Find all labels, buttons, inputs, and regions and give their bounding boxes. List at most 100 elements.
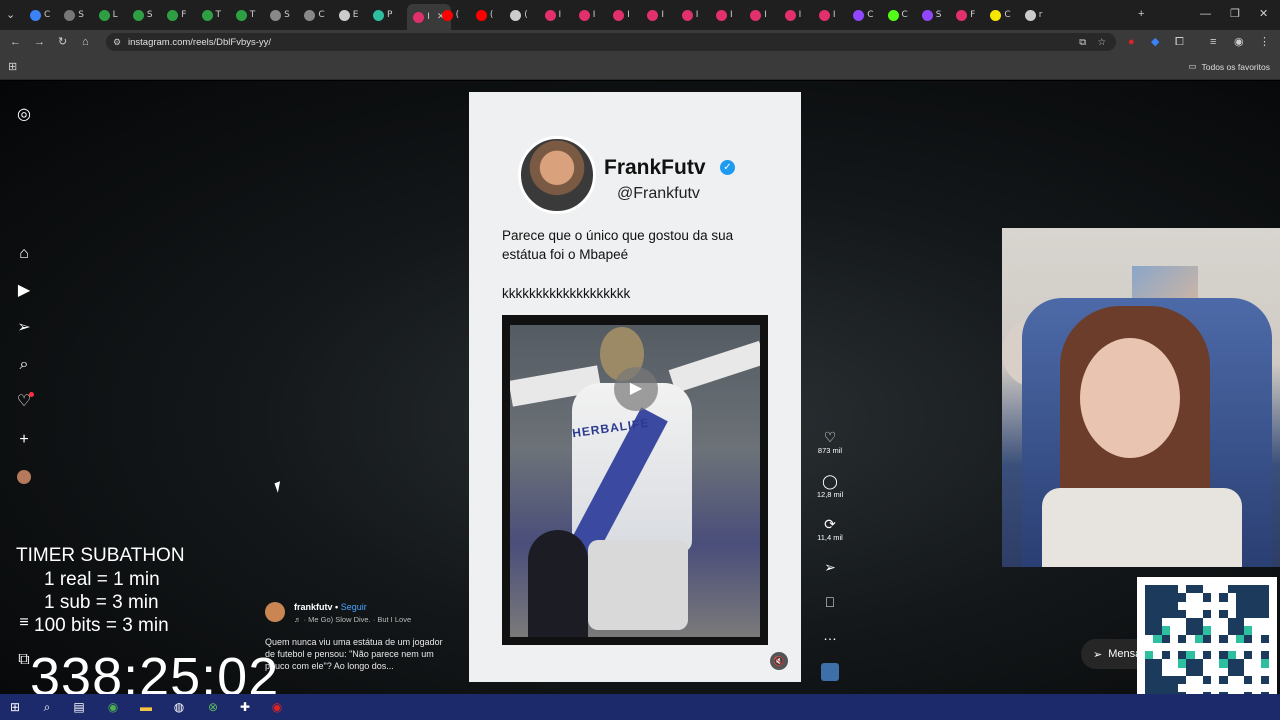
- browser-tab[interactable]: S: [132, 6, 153, 24]
- extension-icon[interactable]: ◆: [1151, 35, 1159, 49]
- qr-module: [1244, 601, 1253, 610]
- follow-button[interactable]: Seguir: [341, 602, 367, 612]
- plus-icon[interactable]: +: [14, 430, 34, 450]
- home-button-icon[interactable]: ⌂: [82, 35, 89, 49]
- heart-icon[interactable]: ♡: [14, 392, 34, 412]
- comment-button[interactable]: ◯ 12,8 mil: [810, 473, 850, 501]
- back-icon[interactable]: ←: [10, 35, 21, 49]
- new-tab-icon[interactable]: +: [1138, 7, 1144, 21]
- send-icon[interactable]: ➢: [14, 318, 34, 338]
- browser-tab[interactable]: F: [956, 6, 975, 24]
- caption-avatar[interactable]: [265, 602, 285, 622]
- all-bookmarks-label: Todos os favoritos: [1201, 61, 1270, 72]
- browser-tab[interactable]: T: [201, 6, 221, 24]
- reel-card[interactable]: FrankFutv ✓ @Frankfutv Parece que o únic…: [469, 92, 801, 682]
- mute-icon[interactable]: 🔇: [770, 652, 788, 670]
- media-icon[interactable]: ≡: [1210, 35, 1216, 49]
- reels-icon[interactable]: ▶: [14, 281, 34, 301]
- tab-label: F: [970, 10, 976, 20]
- qr-module: [1178, 675, 1187, 685]
- qr-module: [1153, 642, 1162, 652]
- browser-tab[interactable]: (: [475, 6, 493, 24]
- search-icon[interactable]: ⌕: [38, 698, 56, 716]
- like-button[interactable]: ♡ 873 mil: [810, 429, 850, 457]
- bookmark-star-icon[interactable]: ☆: [1097, 37, 1106, 48]
- browser-tab[interactable]: I: [647, 6, 664, 24]
- qr-module: [1194, 659, 1203, 668]
- home-icon[interactable]: ⌂: [14, 244, 34, 264]
- xbox-icon[interactable]: ⊗: [204, 698, 222, 716]
- tab-favicon-icon: [64, 9, 76, 21]
- qr-module: [1153, 601, 1162, 610]
- tab-search-chevron-icon[interactable]: ⌄: [6, 8, 15, 22]
- qr-module: [1235, 609, 1245, 619]
- install-app-icon[interactable]: ⧉: [1079, 37, 1086, 48]
- all-bookmarks[interactable]: ▭ Todos os favoritos: [1188, 61, 1270, 72]
- close-window-icon[interactable]: ✕: [1259, 7, 1268, 21]
- browser-tab[interactable]: I: [784, 6, 801, 24]
- save-button[interactable]: ⎕: [810, 594, 850, 610]
- caption-text[interactable]: Quem nunca viu uma estátua de um jogador…: [265, 636, 451, 672]
- avatar[interactable]: [14, 467, 34, 487]
- qr-module: [1178, 634, 1187, 643]
- browser-tab[interactable]: C: [30, 6, 50, 24]
- repost-button[interactable]: ⟳ 11,4 mil: [810, 516, 850, 544]
- browser-tab[interactable]: C: [887, 6, 908, 24]
- apps-grid-icon[interactable]: ⊞: [8, 60, 17, 74]
- caption-music[interactable]: ♬ · Me Go) Slow Dive. · But I Love: [294, 615, 411, 624]
- browser-tab[interactable]: L: [98, 6, 118, 24]
- more-options-button[interactable]: …: [810, 627, 850, 643]
- browser-tab[interactable]: S: [270, 6, 290, 24]
- search-icon[interactable]: ⌕: [14, 355, 34, 375]
- qr-module: [1244, 634, 1253, 643]
- qr-module: [1244, 642, 1253, 652]
- browser-tab[interactable]: I: [578, 6, 595, 24]
- embedded-video[interactable]: HERBALIFE ▶: [502, 315, 768, 645]
- browser-tab[interactable]: C: [304, 6, 325, 24]
- qr-module: [1145, 642, 1154, 652]
- share-button[interactable]: ➢: [810, 559, 850, 575]
- extension-icon[interactable]: ●: [1128, 35, 1135, 49]
- site-info-icon[interactable]: ⚙: [113, 37, 121, 48]
- browser-tab[interactable]: S: [64, 6, 84, 24]
- browser-tab[interactable]: C: [990, 6, 1011, 24]
- browser-tab[interactable]: P: [373, 6, 392, 24]
- browser-tab[interactable]: (: [510, 6, 528, 24]
- audio-thumbnail[interactable]: [810, 663, 850, 681]
- browser-tab[interactable]: I: [750, 6, 767, 24]
- qr-module: [1145, 651, 1154, 660]
- browser-tab[interactable]: T: [235, 6, 255, 24]
- chrome-icon[interactable]: ◉: [104, 698, 122, 716]
- menu-kebab-icon[interactable]: ⋮: [1259, 35, 1270, 49]
- browser-tab[interactable]: I: [681, 6, 698, 24]
- obs-icon[interactable]: ◉: [268, 698, 286, 716]
- qr-module: [1227, 626, 1236, 635]
- profile-icon[interactable]: ◉: [1234, 35, 1244, 49]
- discord-icon[interactable]: ◍: [170, 698, 188, 716]
- qr-module: [1252, 651, 1261, 660]
- play-icon[interactable]: ▶: [614, 367, 658, 411]
- more-menu-icon[interactable]: ≡: [14, 613, 34, 633]
- windows-start-icon[interactable]: ⊞: [6, 698, 24, 716]
- app-icon[interactable]: ✚: [236, 698, 254, 716]
- forward-icon[interactable]: →: [34, 35, 45, 49]
- browser-tab[interactable]: I: [818, 6, 836, 24]
- restore-icon[interactable]: ❐: [1230, 7, 1240, 21]
- browser-tab[interactable]: F: [167, 6, 186, 24]
- address-bar[interactable]: ⚙ instagram.com/reels/DblFvbys-yy/ ⧉ ☆: [106, 33, 1116, 51]
- browser-tab[interactable]: E: [338, 6, 358, 24]
- caption-username[interactable]: frankfutv: [294, 602, 333, 612]
- reload-icon[interactable]: ↻: [58, 35, 67, 49]
- browser-tab[interactable]: r: [1024, 6, 1042, 24]
- file-explorer-icon[interactable]: ▬: [137, 698, 155, 716]
- browser-tab[interactable]: S: [921, 6, 942, 24]
- task-view-icon[interactable]: ▤: [70, 698, 88, 716]
- browser-tab[interactable]: (: [441, 6, 459, 24]
- browser-tab[interactable]: I: [613, 6, 630, 24]
- browser-tab[interactable]: I: [716, 6, 733, 24]
- browser-tab[interactable]: I: [544, 6, 561, 24]
- browser-tab[interactable]: C: [853, 6, 873, 24]
- instagram-logo-icon[interactable]: ◎: [14, 105, 34, 125]
- extensions-puzzle-icon[interactable]: ⧠: [1175, 35, 1184, 49]
- minimize-icon[interactable]: —: [1200, 7, 1211, 21]
